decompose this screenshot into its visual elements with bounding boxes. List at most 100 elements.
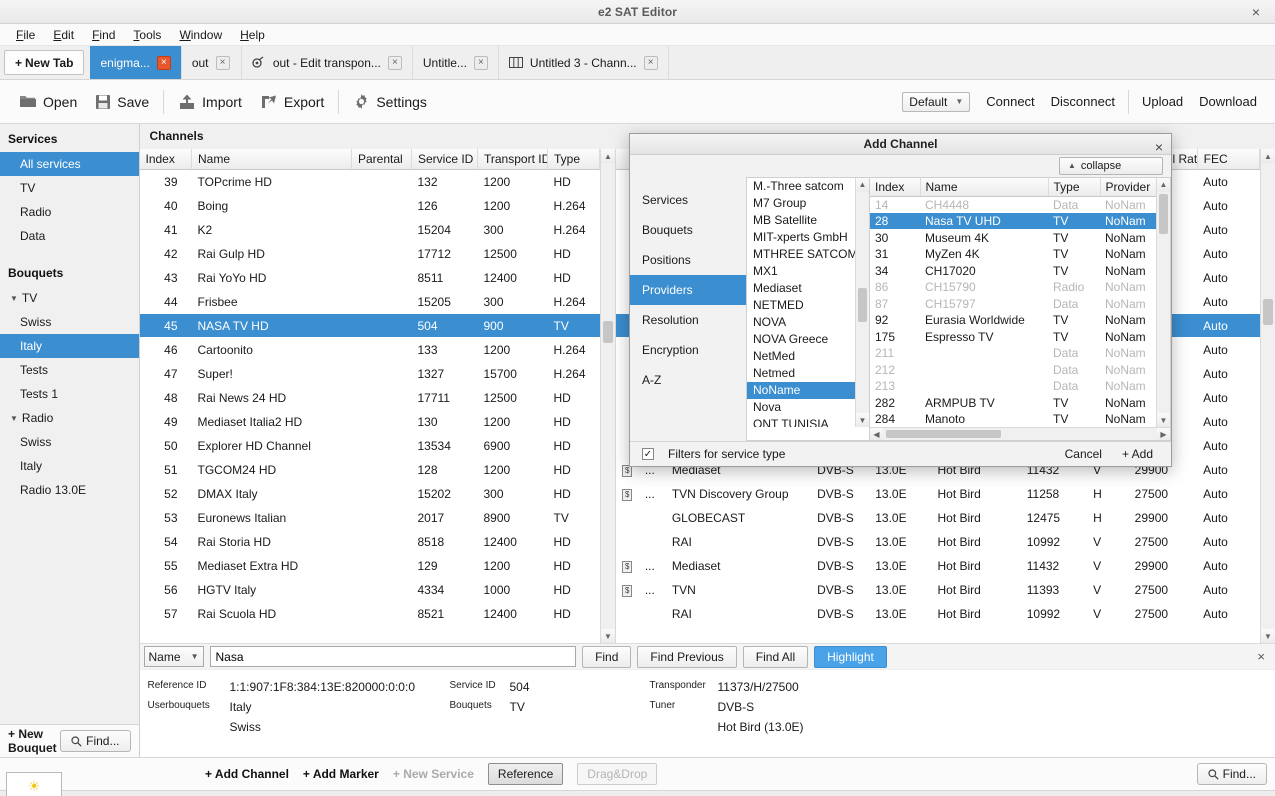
find-close-icon[interactable]: ×	[1253, 649, 1269, 664]
sidebar-item-tests[interactable]: Tests	[0, 358, 139, 382]
provider-scroll-up-icon[interactable]: ▲	[856, 178, 869, 192]
sat-scroll-up-icon[interactable]: ▲	[1261, 149, 1275, 163]
menu-item-tools[interactable]: Tools	[125, 26, 169, 44]
table-row[interactable]: 56HGTV Italy43341000HD	[140, 578, 600, 602]
dialog-table-row[interactable]: 212DataNoNam	[870, 361, 1156, 378]
dialog-category-services[interactable]: Services	[630, 185, 746, 215]
download-button[interactable]: Download	[1191, 90, 1265, 113]
table-row[interactable]: 57Rai Scuola HD852112400HD	[140, 602, 600, 626]
table-row[interactable]: $...TVN Discovery GroupDVB-S13.0EHot Bir…	[616, 482, 1260, 506]
filters-checkbox[interactable]: ✓	[642, 448, 654, 460]
main-find-button[interactable]: Find...	[1197, 763, 1267, 785]
channels-col-index[interactable]: Index	[140, 149, 192, 170]
channels-table-header[interactable]: IndexNameParentalService IDTransport IDT…	[140, 149, 600, 170]
menu-item-file[interactable]: File	[8, 26, 43, 44]
dialog-channel-list[interactable]: IndexNameTypeProvider 14CH4448DataNoNam2…	[870, 177, 1171, 442]
dialog-provider-item[interactable]: Mediaset	[747, 280, 855, 297]
dialog-table-row[interactable]: 31MyZen 4KTVNoNam	[870, 246, 1156, 263]
highlight-button[interactable]: Highlight	[814, 646, 887, 668]
dialog-table-row[interactable]: 34CH17020TVNoNam	[870, 262, 1156, 279]
table-row[interactable]: RAIDVB-S13.0EHot Bird10992V27500Auto	[616, 530, 1260, 554]
dialog-provider-item[interactable]: NOVA Greece	[747, 331, 855, 348]
dialog-provider-item[interactable]: M7 Group	[747, 195, 855, 212]
dialog-table-row[interactable]: 282ARMPUB TVTVNoNam	[870, 394, 1156, 411]
chevron-down-icon[interactable]: ▼	[10, 414, 18, 423]
dialog-table-row[interactable]: 211DataNoNam	[870, 345, 1156, 362]
dialog-table-row[interactable]: 92Eurasia WorldwideTVNoNam	[870, 312, 1156, 329]
table-row[interactable]: $...TVNDVB-S13.0EHot Bird11393V27500Auto	[616, 578, 1260, 602]
dialog-table-row[interactable]: 30Museum 4KTVNoNam	[870, 229, 1156, 246]
dialog-list-scrollbar-thumb[interactable]	[1159, 194, 1168, 234]
dialog-provider-item[interactable]: NoName	[747, 382, 855, 399]
dialog-table-row[interactable]: 175Espresso TVTVNoNam	[870, 328, 1156, 345]
transponders-scrollbar[interactable]: ▲ ▼	[1260, 149, 1275, 643]
settings-button[interactable]: Settings	[344, 89, 436, 114]
sidebar-item-italy[interactable]: Italy	[0, 454, 139, 478]
dialog-add-button[interactable]: + Add	[1116, 444, 1159, 464]
scroll-down-icon[interactable]: ▼	[601, 629, 615, 643]
upload-button[interactable]: Upload	[1134, 90, 1191, 113]
dialog-list-scrollbar[interactable]: ▲ ▼	[1156, 178, 1170, 428]
new-tab-button[interactable]: +New Tab	[4, 50, 84, 75]
table-row[interactable]: 46Cartoonito1331200H.264	[140, 338, 600, 362]
table-row[interactable]: 54Rai Storia HD851812400HD	[140, 530, 600, 554]
channels-col-name[interactable]: Name	[192, 149, 352, 170]
sidebar-item-all-services[interactable]: All services	[0, 152, 139, 176]
hscroll-right-icon[interactable]: ▶	[1157, 428, 1170, 440]
table-row[interactable]: 44Frisbee15205300H.264	[140, 290, 600, 314]
transponders-col-fec[interactable]: FEC	[1197, 149, 1259, 170]
tab-close-icon[interactable]: ×	[157, 56, 171, 70]
table-row[interactable]: 53Euronews Italian20178900TV	[140, 506, 600, 530]
provider-scrollbar[interactable]: ▲ ▼	[855, 178, 869, 428]
sidebar-item-tv[interactable]: TV	[0, 176, 139, 200]
channels-scrollbar-thumb[interactable]	[603, 321, 613, 343]
dialog-provider-item[interactable]: MX1	[747, 263, 855, 280]
dialog-scroll-down-icon[interactable]: ▼	[1157, 413, 1170, 427]
dialog-col-name[interactable]: Name	[920, 178, 1048, 197]
sat-scroll-down-icon[interactable]: ▼	[1261, 629, 1275, 643]
dialog-table-row[interactable]: 14CH4448DataNoNam	[870, 196, 1156, 213]
sidebar-item-radio[interactable]: Radio	[0, 200, 139, 224]
table-row[interactable]: RAIDVB-S13.0EHot Bird10992V27500Auto	[616, 602, 1260, 626]
tab-close-icon[interactable]: ×	[388, 56, 402, 70]
dialog-col-index[interactable]: Index	[870, 178, 920, 197]
channels-col-type[interactable]: Type	[548, 149, 600, 170]
profile-select[interactable]: Default ▼	[902, 92, 970, 112]
chevron-down-icon[interactable]: ▼	[10, 294, 18, 303]
dialog-scroll-up-icon[interactable]: ▲	[1157, 178, 1170, 192]
table-row[interactable]: 42Rai Gulp HD1771212500HD	[140, 242, 600, 266]
dialog-provider-item[interactable]: MIT-xperts GmbH	[747, 229, 855, 246]
sidebar-item-tests-1[interactable]: Tests 1	[0, 382, 139, 406]
sidebar-item-swiss[interactable]: Swiss	[0, 430, 139, 454]
dialog-category-encryption[interactable]: Encryption	[630, 335, 746, 365]
table-row[interactable]: 41K215204300H.264	[140, 218, 600, 242]
table-row[interactable]: 49Mediaset Italia2 HD1301200HD	[140, 410, 600, 434]
dialog-table-row[interactable]: 284ManotoTVNoNam	[870, 411, 1156, 428]
tab-3[interactable]: Untitle...×	[413, 46, 499, 79]
window-close-icon[interactable]: ×	[1245, 0, 1267, 24]
find-field-select[interactable]: Name ▼	[144, 646, 204, 667]
sidebar-item-tv[interactable]: ▼TV	[0, 286, 139, 310]
dialog-table-row[interactable]: 213DataNoNam	[870, 378, 1156, 395]
dialog-cancel-button[interactable]: Cancel	[1059, 444, 1108, 464]
table-row[interactable]: 51TGCOM24 HD1281200HD	[140, 458, 600, 482]
sidebar-item-swiss[interactable]: Swiss	[0, 310, 139, 334]
menu-item-edit[interactable]: Edit	[45, 26, 82, 44]
tab-4[interactable]: Untitled 3 - Chann...×	[499, 46, 669, 79]
dialog-provider-list[interactable]: M.-Three satcomM7 GroupMB SatelliteMIT-x…	[746, 177, 870, 442]
dialog-provider-item[interactable]: Netmed	[747, 365, 855, 382]
dialog-close-icon[interactable]: ×	[1155, 139, 1163, 155]
dialog-provider-item[interactable]: MTHREE SATCOM	[747, 246, 855, 263]
export-button[interactable]: Export	[251, 90, 333, 114]
tab-0[interactable]: enigma...×	[90, 46, 181, 79]
dialog-provider-item[interactable]: Nova	[747, 399, 855, 416]
table-row[interactable]: 45NASA TV HD504900TV	[140, 314, 600, 338]
sidebar-item-data[interactable]: Data	[0, 224, 139, 248]
table-row[interactable]: 40Boing1261200H.264	[140, 194, 600, 218]
dialog-category-bouquets[interactable]: Bouquets	[630, 215, 746, 245]
menu-item-find[interactable]: Find	[84, 26, 123, 44]
new-bouquet-button[interactable]: + New Bouquet	[8, 727, 60, 755]
add-marker-button[interactable]: + Add Marker	[303, 767, 379, 781]
add-channel-button[interactable]: + Add Channel	[205, 767, 289, 781]
dialog-provider-item[interactable]: MB Satellite	[747, 212, 855, 229]
